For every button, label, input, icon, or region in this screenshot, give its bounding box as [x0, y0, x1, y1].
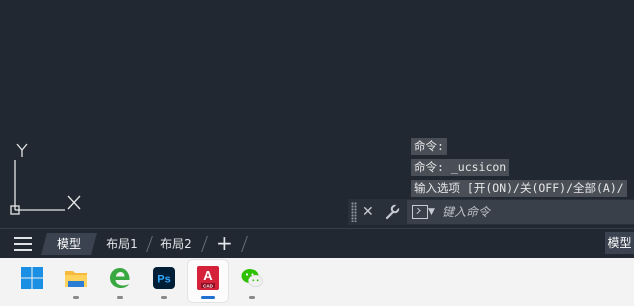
tab-label: 布局2: [160, 237, 192, 251]
model-space-button[interactable]: 模型: [605, 232, 634, 254]
running-indicator: [161, 296, 167, 299]
command-line-drag-handle[interactable]: [351, 202, 357, 222]
taskbar-app-wechat[interactable]: [232, 260, 272, 302]
taskbar-app-autocad[interactable]: A CAD: [188, 260, 228, 302]
running-indicator: [117, 296, 123, 299]
command-line-bar: ✕ ▼: [348, 199, 634, 225]
autocad-icon: A CAD: [197, 266, 219, 290]
tab-label: 模型: [56, 237, 81, 251]
hamburger-icon[interactable]: [14, 237, 32, 251]
wechat-icon: [241, 269, 263, 288]
windows-taskbar: Ps A CAD: [0, 258, 634, 306]
command-prompt-icon[interactable]: [412, 205, 428, 219]
close-icon[interactable]: ✕: [362, 199, 374, 225]
taskbar-app-browser[interactable]: [100, 260, 140, 302]
ucs-y-axis-label: [16, 143, 28, 157]
ucs-icon: [10, 143, 81, 215]
svg-text:A: A: [203, 268, 213, 283]
command-history-line: 命令:: [411, 138, 447, 155]
layout-tab-bar: 模型 布局1 布局2 +: [0, 228, 634, 259]
tab-separator: [201, 236, 208, 252]
wrench-icon[interactable]: [384, 199, 401, 229]
ucs-x-axis-label: [67, 195, 81, 210]
tab-label: 布局1: [106, 237, 138, 251]
edge-legacy-icon: [110, 268, 130, 288]
start-button[interactable]: [12, 260, 52, 302]
command-input-container: ▼: [407, 200, 634, 224]
photoshop-icon: Ps: [153, 267, 175, 289]
plus-icon[interactable]: +: [216, 231, 233, 255]
tab-layout2[interactable]: 布局2: [154, 233, 198, 255]
tab-layout1[interactable]: 布局1: [100, 233, 144, 255]
running-indicator: [201, 296, 215, 299]
running-indicator: [73, 296, 79, 299]
tab-model[interactable]: 模型: [41, 233, 97, 255]
tab-separator: [241, 236, 248, 252]
chevron-down-icon[interactable]: ▼: [428, 200, 435, 224]
tab-separator: [146, 236, 153, 252]
svg-text:Ps: Ps: [157, 274, 170, 286]
running-indicator: [249, 296, 255, 299]
windows-logo-icon: [21, 267, 43, 289]
command-input[interactable]: [442, 200, 627, 224]
command-history-line: 命令: _ucsicon: [411, 159, 510, 176]
taskbar-app-file-explorer[interactable]: [56, 260, 96, 302]
taskbar-app-photoshop[interactable]: Ps: [144, 260, 184, 302]
command-history-line: 输入选项 [开(ON)/关(OFF)/全部(A)/: [411, 180, 627, 197]
folder-icon: [65, 271, 87, 287]
svg-text:CAD: CAD: [203, 283, 213, 288]
